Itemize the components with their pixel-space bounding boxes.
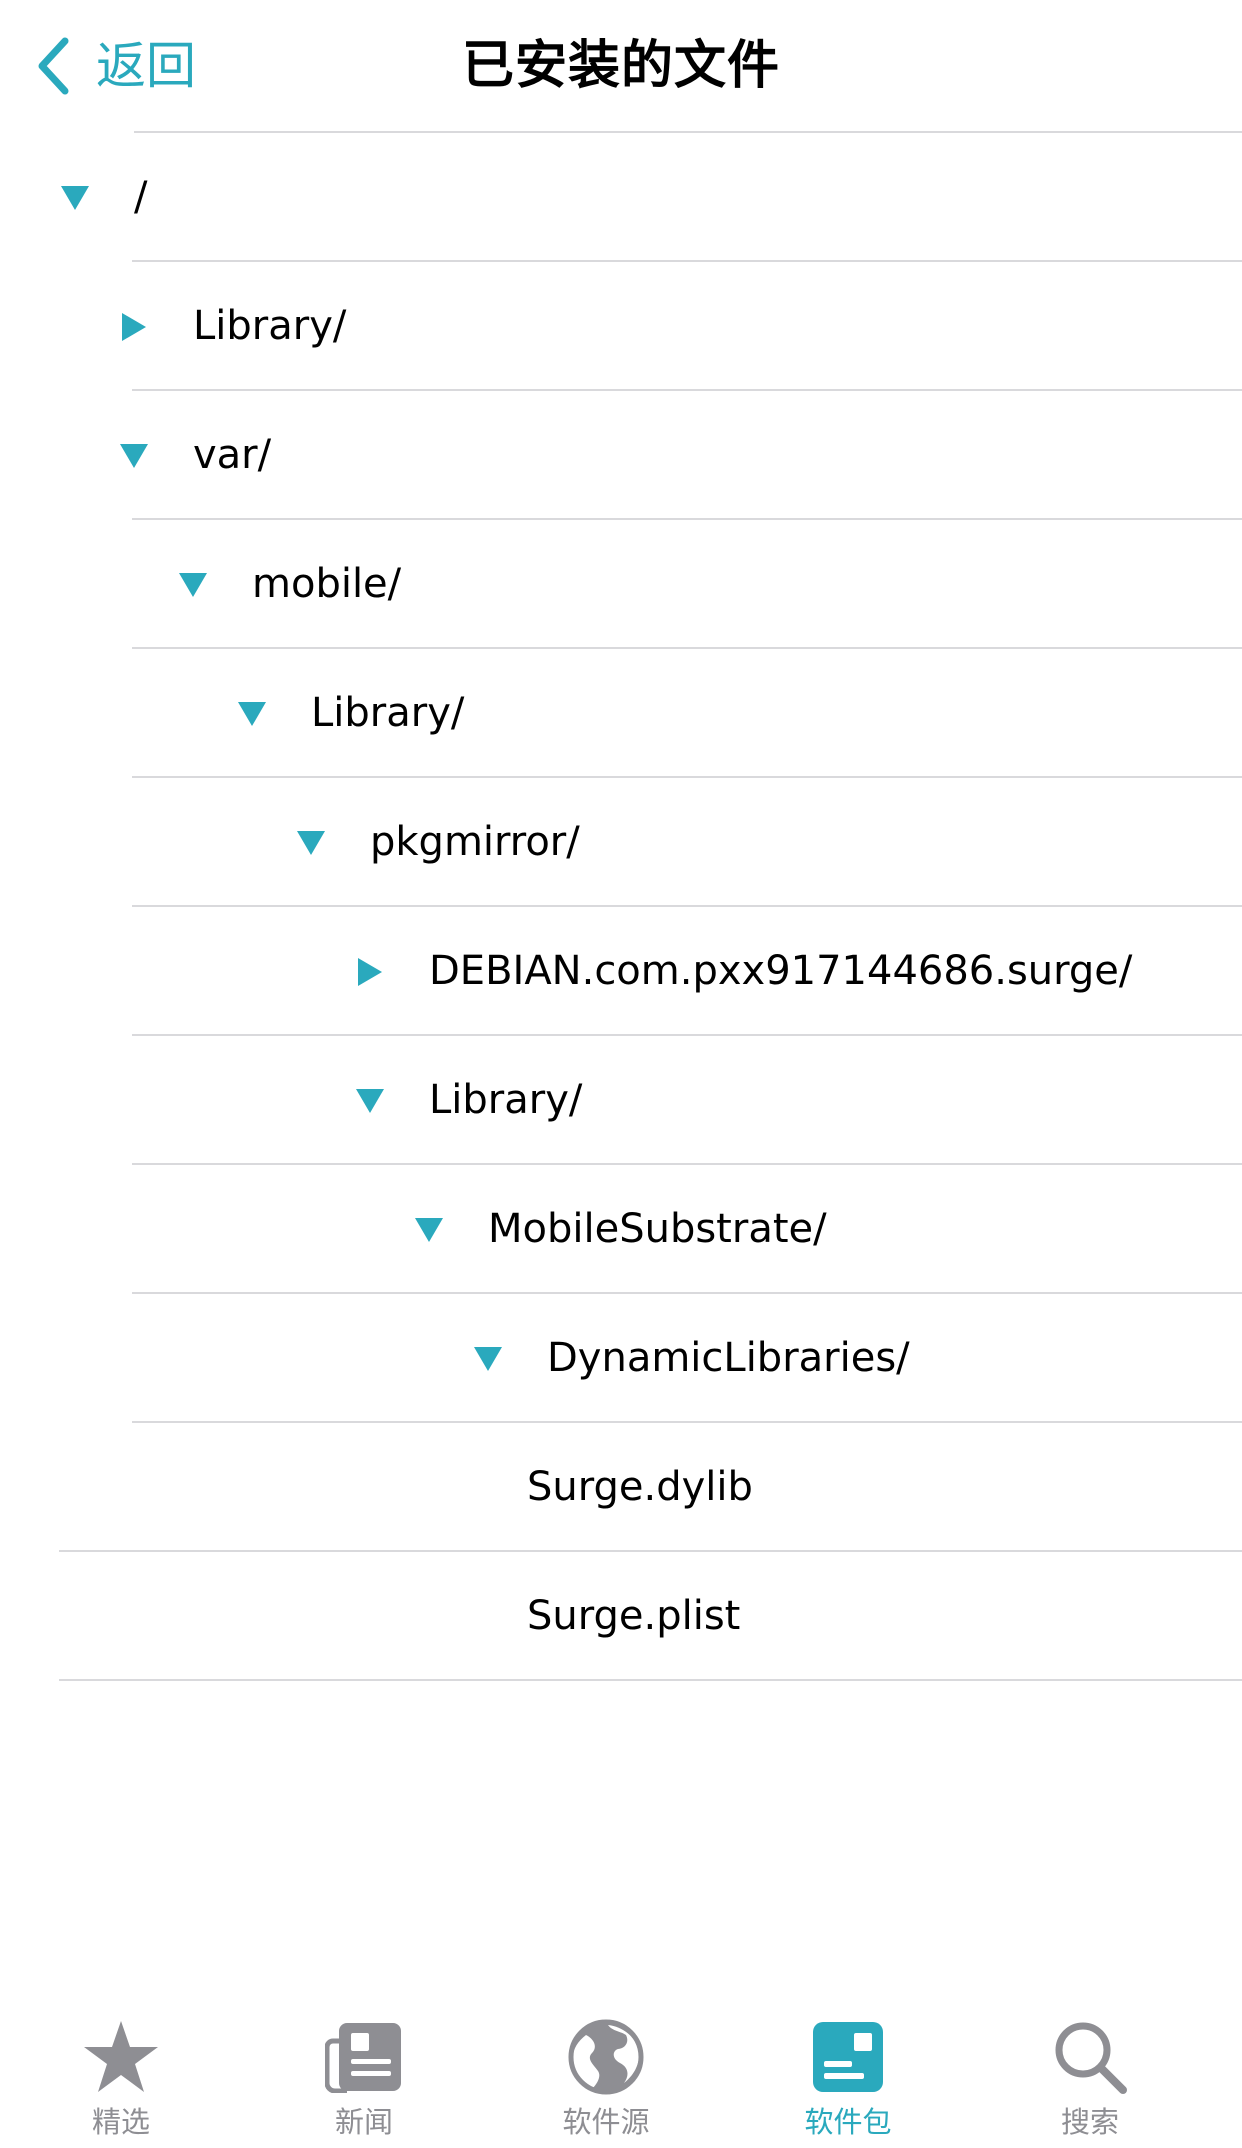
file-tree: / Library/var/mobile/Library/pkgmirror/DE… <box>0 133 1242 1681</box>
triangle-down-icon[interactable] <box>55 133 95 262</box>
package-icon <box>724 2016 972 2098</box>
tree-item-label: pkgmirror/ <box>370 819 580 865</box>
tab-label: 精选 <box>91 2105 150 2139</box>
tree-item-label: / <box>134 174 148 220</box>
tree-row[interactable]: pkgmirror/ <box>0 778 1242 907</box>
tree-item-label: mobile/ <box>252 561 402 607</box>
tree-row[interactable]: Library/ <box>0 649 1242 778</box>
tree-item-label: DEBIAN.com.pxx917144686.surge/ <box>429 948 1133 994</box>
star-icon <box>0 2016 245 2098</box>
tab-label: 新闻 <box>334 2105 393 2139</box>
globe-icon <box>482 2016 730 2098</box>
tree-row[interactable]: Surge.dylib <box>0 1423 1242 1552</box>
tab-label: 搜索 <box>1060 2105 1119 2139</box>
triangle-down-icon[interactable] <box>114 391 154 520</box>
tab-bar: 精选 新闻 软件源 软件包 搜索 <box>0 1990 1242 2148</box>
tab-globe[interactable]: 软件源 <box>482 1990 730 2148</box>
tree-row[interactable]: Library/ <box>0 1036 1242 1165</box>
tree-row[interactable]: MobileSubstrate/ <box>0 1165 1242 1294</box>
tab-label: 软件包 <box>804 2105 892 2139</box>
row-separator <box>59 1679 1242 1681</box>
triangle-down-icon[interactable] <box>350 1036 390 1165</box>
tree-item-label: Surge.dylib <box>527 1464 753 1510</box>
tree-row[interactable]: Surge.plist <box>0 1552 1242 1681</box>
tree-row[interactable]: var/ <box>0 391 1242 520</box>
triangle-down-icon[interactable] <box>291 778 331 907</box>
tree-item-label: Library/ <box>429 1077 583 1123</box>
tab-package[interactable]: 软件包 <box>724 1990 972 2148</box>
tree-item-label: DynamicLibraries/ <box>547 1335 910 1381</box>
tab-newspaper[interactable]: 新闻 <box>240 1990 488 2148</box>
tree-row[interactable]: mobile/ <box>0 520 1242 649</box>
tree-row[interactable]: DEBIAN.com.pxx917144686.surge/ <box>0 907 1242 1036</box>
tree-item-label: Library/ <box>311 690 465 736</box>
triangle-right-icon[interactable] <box>114 262 154 391</box>
tab-star[interactable]: 精选 <box>0 1990 245 2148</box>
triangle-down-icon[interactable] <box>173 520 213 649</box>
triangle-down-icon[interactable] <box>409 1165 449 1294</box>
tab-label: 软件源 <box>562 2105 650 2139</box>
tree-row[interactable]: / <box>0 133 1242 262</box>
tree-item-label: var/ <box>193 432 272 478</box>
search-icon <box>966 2016 1214 2098</box>
navigation-bar: 返回 已安装的文件 <box>0 0 1242 133</box>
triangle-down-icon[interactable] <box>232 649 272 778</box>
newspaper-icon <box>240 2016 488 2098</box>
triangle-right-icon[interactable] <box>350 907 390 1036</box>
triangle-down-icon[interactable] <box>468 1294 508 1423</box>
tree-row[interactable]: DynamicLibraries/ <box>0 1294 1242 1423</box>
tree-item-label: MobileSubstrate/ <box>488 1206 827 1252</box>
tree-row[interactable]: Library/ <box>0 262 1242 391</box>
tree-item-label: Surge.plist <box>527 1593 741 1639</box>
page-title: 已安装的文件 <box>461 36 780 96</box>
tab-search[interactable]: 搜索 <box>966 1990 1214 2148</box>
tree-item-label: Library/ <box>193 303 347 349</box>
